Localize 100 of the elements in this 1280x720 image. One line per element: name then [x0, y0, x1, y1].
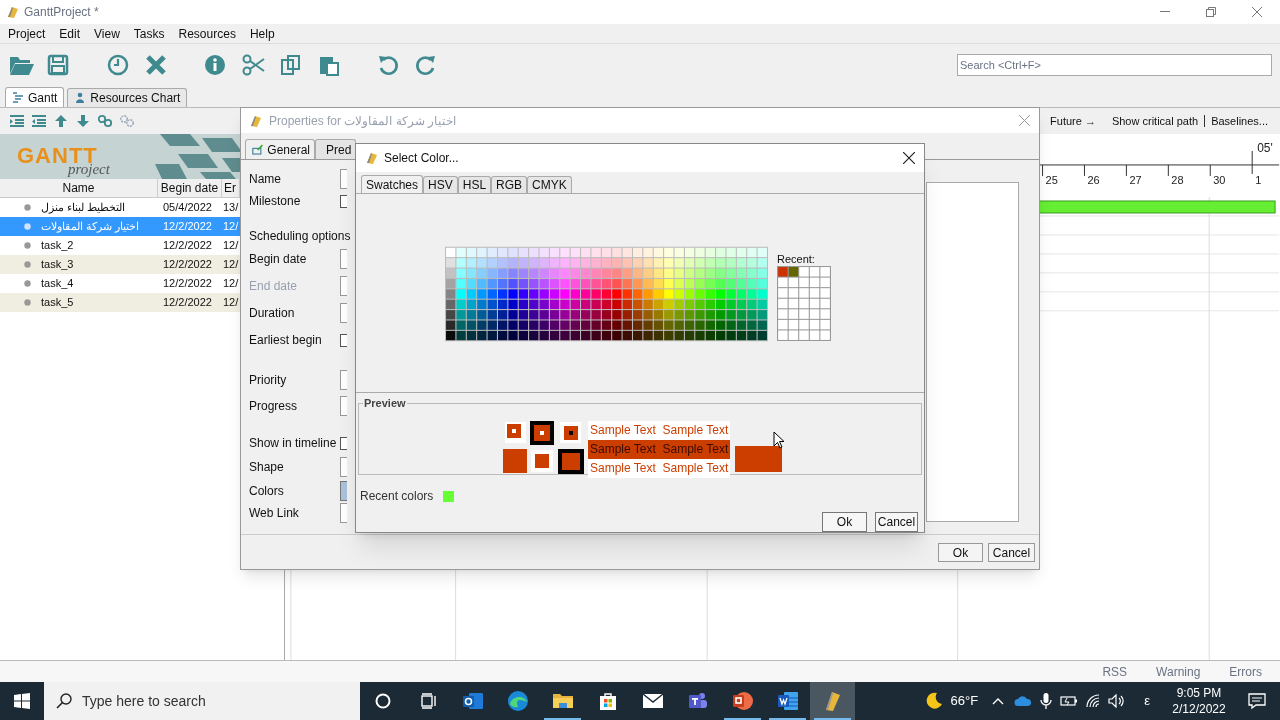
status-item: Errors [1229, 663, 1262, 681]
color-mode-tab[interactable]: HSL [457, 176, 492, 193]
people-icon [686, 691, 709, 711]
clock-icon[interactable] [107, 54, 129, 76]
table-cell-text: task_5 [41, 295, 74, 311]
table-cell-text: task_2 [41, 238, 74, 254]
color-mode-tab[interactable]: Swatches [361, 175, 424, 193]
windows-icon [14, 693, 30, 709]
dialog-button[interactable]: Ok [822, 512, 867, 532]
column-header[interactable]: Name [0, 179, 158, 197]
close-icon[interactable] [903, 152, 915, 164]
undo-icon[interactable] [377, 54, 399, 76]
checkbox[interactable] [340, 333, 347, 347]
input-field[interactable] [340, 249, 347, 269]
search-field[interactable]: Search <Ctrl+F> [957, 54, 1272, 76]
table-cell: 12/ [223, 239, 239, 252]
dialog-button[interactable]: Cancel [875, 512, 918, 532]
recent-swatch[interactable] [778, 267, 788, 277]
ring-icon [374, 693, 391, 709]
menu-item[interactable]: Edit [52, 24, 88, 43]
field-label: Name [248, 171, 282, 188]
copy-icon[interactable] [280, 54, 302, 76]
paste-icon[interactable] [318, 54, 340, 76]
field-label: Web Link [248, 505, 300, 522]
input-field[interactable] [340, 396, 347, 416]
view-tab[interactable]: Gantt [5, 87, 65, 107]
battery-icon[interactable] [1060, 695, 1079, 707]
checkbox[interactable] [340, 194, 347, 208]
taskbar-search-bar[interactable]: Type here to search [44, 682, 360, 720]
view-tab[interactable]: Resources Chart [67, 88, 188, 107]
day-label: 1 [1255, 173, 1262, 186]
indent-icon[interactable] [9, 114, 25, 128]
recent-swatch[interactable] [788, 267, 799, 277]
info-icon[interactable] [204, 54, 226, 76]
microphone-icon[interactable] [1040, 692, 1053, 710]
menu-item[interactable]: Project [1, 24, 53, 43]
unlink-icon[interactable] [119, 114, 135, 128]
dialog-button[interactable]: Cancel [988, 542, 1035, 562]
arrow-down-icon[interactable] [75, 114, 91, 128]
notification-icon[interactable] [1248, 692, 1266, 710]
color-mode-tab[interactable]: HSV [423, 176, 458, 193]
presentation-app-icon [731, 691, 754, 711]
cloud-icon[interactable] [1014, 695, 1033, 707]
chart-link[interactable]: Future → [1050, 112, 1096, 130]
chart-link[interactable]: Show critical path [1111, 112, 1199, 130]
save-icon[interactable] [47, 54, 69, 76]
table-cell: 12/ [223, 277, 239, 290]
input-field[interactable] [340, 503, 347, 523]
cut-icon[interactable] [242, 54, 266, 76]
input-field[interactable] [340, 457, 347, 477]
search-input[interactable]: Type here to search [82, 690, 360, 712]
input-field[interactable] [340, 276, 347, 296]
envelope-icon [641, 693, 664, 709]
volume-icon[interactable] [1108, 694, 1127, 708]
month-label: 05' [1257, 140, 1273, 155]
clock-time[interactable]: 9:05 PM [1176, 685, 1222, 701]
menu-item[interactable]: Tasks [126, 24, 172, 43]
input-field[interactable] [340, 169, 347, 189]
recent-swatch-grid[interactable] [777, 266, 831, 341]
color-field[interactable] [340, 481, 347, 501]
bullet-icon [24, 261, 31, 268]
dialog-button[interactable]: Ok [938, 542, 983, 562]
people-icon [74, 92, 87, 104]
input-field[interactable] [340, 370, 347, 390]
text-area[interactable] [926, 182, 1019, 522]
color-mode-tab[interactable]: CMYK [527, 176, 572, 193]
task-bar[interactable] [1039, 200, 1276, 214]
chart-link[interactable]: Baselines... [1211, 112, 1268, 130]
arrow-up-icon[interactable] [53, 114, 69, 128]
color-swatch-grid[interactable] [445, 246, 768, 342]
table-cell: 12/2/2022 [163, 277, 212, 290]
weather-temperature[interactable]: 66°F [950, 691, 979, 711]
menu-item[interactable]: Help [242, 24, 282, 43]
table-cell-text: اختيار شركة المقاولات [41, 219, 140, 235]
color-mode-tab[interactable]: RGB [491, 176, 528, 193]
open-folder-icon[interactable] [9, 54, 35, 76]
status-item: RSS [1102, 663, 1128, 681]
input-language[interactable]: ε [1144, 691, 1150, 711]
bullet-icon [24, 242, 31, 249]
redo-icon[interactable] [415, 54, 437, 76]
outdent-icon[interactable] [31, 114, 47, 128]
link-icon[interactable] [97, 114, 113, 128]
checkbox[interactable] [340, 436, 347, 450]
menu-item[interactable]: View [87, 24, 127, 43]
clock-date[interactable]: 2/12/2022 [1172, 701, 1226, 717]
column-header[interactable]: Begin date [158, 179, 222, 197]
task-view-icon [418, 693, 437, 709]
dialog-tab[interactable]: Pred [315, 139, 356, 159]
input-field[interactable] [340, 303, 347, 323]
table-cell: 13/ [223, 201, 239, 214]
delete-icon[interactable] [145, 54, 167, 76]
app-icon [249, 113, 263, 128]
dialog-tab[interactable]: General [245, 139, 315, 159]
recent-color-swatch[interactable] [443, 490, 455, 502]
moon-icon[interactable] [924, 692, 943, 710]
chevron-up-icon[interactable] [992, 697, 1005, 705]
menu-item[interactable]: Resources [171, 24, 243, 43]
shopping-bag-icon [597, 691, 618, 711]
day-label: 26 [1087, 173, 1100, 186]
table-cell: 12/2/2022 [163, 220, 212, 233]
